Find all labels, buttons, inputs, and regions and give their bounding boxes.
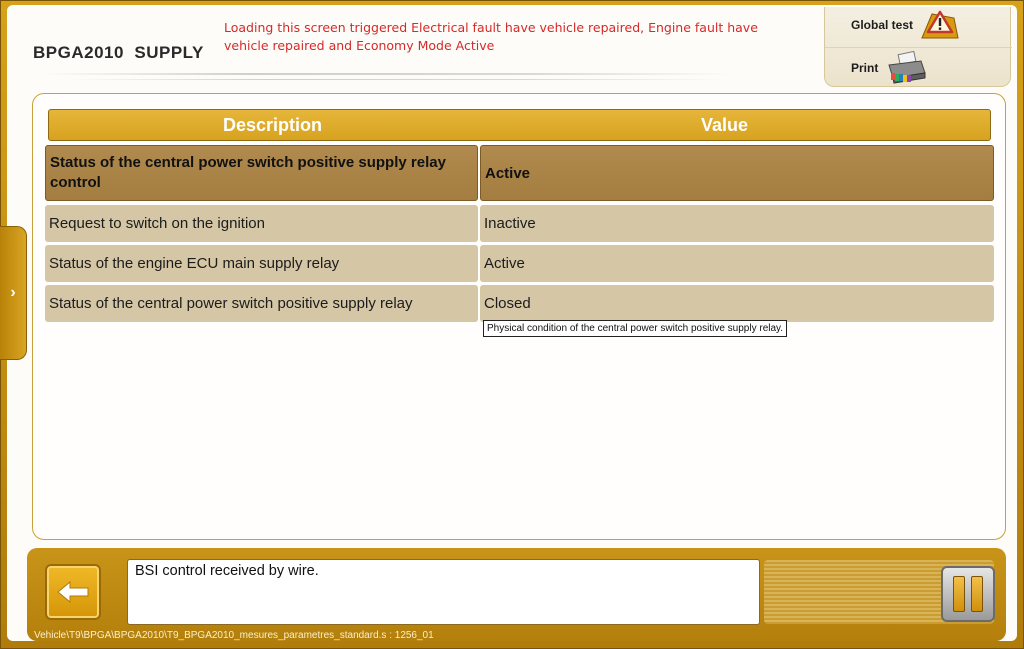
pause-button[interactable] — [941, 566, 995, 622]
parameters-panel: Description Value Status of the central … — [32, 93, 1006, 540]
fault-notice: Loading this screen triggered Electrical… — [224, 20, 758, 53]
row-tooltip: Physical condition of the central power … — [483, 320, 788, 337]
table-row[interactable]: Status of the central power switch posit… — [45, 285, 994, 322]
row-value: Inactive — [480, 205, 994, 242]
global-test-label: Global test — [851, 18, 914, 32]
back-button[interactable] — [45, 564, 101, 620]
row-value: Active — [480, 145, 994, 201]
global-test-button[interactable]: Global test — [825, 7, 1012, 45]
pause-icon — [971, 576, 983, 612]
status-message: BSI control received by wire. — [127, 559, 760, 625]
action-panel: Global test Print — [824, 7, 1012, 87]
row-value: Active — [480, 245, 994, 282]
row-description: Status of the central power switch posit… — [45, 145, 478, 201]
back-arrow-icon — [57, 580, 89, 604]
row-description: Status of the engine ECU main supply rel… — [45, 245, 478, 282]
script-path: Vehicle\T9\BPGA\BPGA2010\T9_BPGA2010_mes… — [34, 630, 434, 641]
row-description: Request to switch on the ignition — [45, 205, 478, 242]
pause-icon — [953, 576, 965, 612]
bottom-toolbar: BSI control received by wire. Vehicle\T9… — [27, 548, 1006, 641]
table-row[interactable]: Status of the central power switch posit… — [45, 145, 994, 201]
column-header-description: Description — [223, 115, 323, 135]
table-row[interactable]: Status of the engine ECU main supply rel… — [45, 245, 994, 282]
warning-triangle-icon — [921, 10, 959, 39]
row-description: Status of the central power switch posit… — [45, 285, 478, 322]
title-divider — [43, 73, 733, 75]
table-row[interactable]: Request to switch on the ignition Inacti… — [45, 205, 994, 242]
title-divider-secondary — [67, 79, 727, 80]
side-panel-toggle[interactable]: › — [0, 226, 27, 360]
row-value: Closed — [480, 285, 994, 322]
chevron-right-icon: › — [10, 284, 16, 301]
column-header-value: Value — [701, 115, 749, 135]
printer-icon — [888, 51, 926, 84]
print-button[interactable]: Print — [825, 47, 1012, 85]
table-header: Description Value — [48, 109, 991, 141]
page-title: BPGA2010 SUPPLY — [33, 43, 204, 62]
app-window: BPGA2010 SUPPLY Loading this screen trig… — [7, 5, 1017, 641]
print-label: Print — [851, 61, 879, 75]
app-frame: BPGA2010 SUPPLY Loading this screen trig… — [0, 0, 1024, 649]
